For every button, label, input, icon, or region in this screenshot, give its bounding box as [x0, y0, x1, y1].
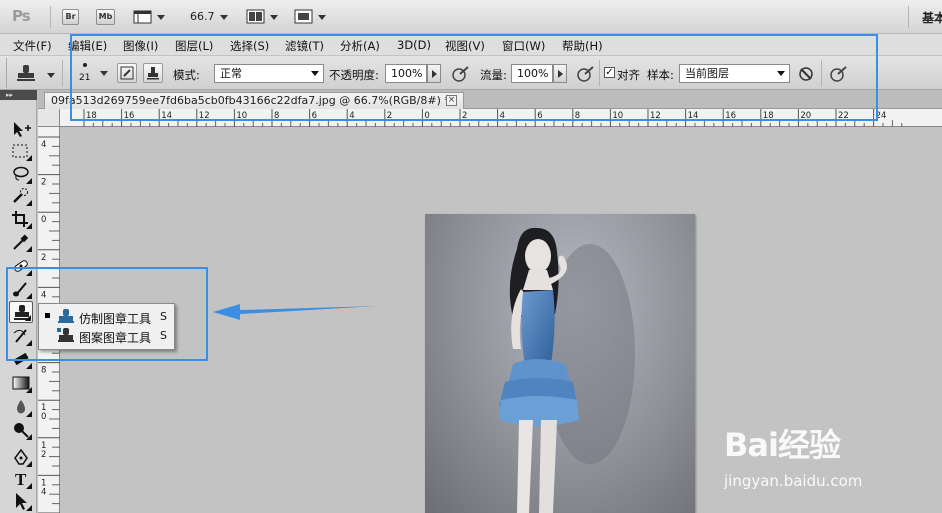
chevron-down-icon[interactable]	[270, 15, 278, 20]
clone-stamp-icon	[17, 65, 35, 81]
watermark-url: jingyan.baidu.com	[724, 472, 863, 490]
photo-figure	[499, 227, 635, 513]
screen-mode-icon	[294, 9, 313, 24]
view-extras-button[interactable]	[133, 9, 153, 25]
options-grip[interactable]	[0, 58, 7, 88]
ruler-label: 0	[41, 412, 46, 422]
lasso-tool[interactable]	[9, 163, 33, 185]
move-tool[interactable]	[9, 118, 33, 140]
tool-preset-picker[interactable]	[14, 63, 38, 83]
zoom-dropdown-icon[interactable]	[220, 15, 228, 20]
baidu-jingyan-logo: Bai经验	[724, 426, 841, 464]
baidu-watermark: Bai经验 jingyan.baidu.com	[724, 412, 939, 492]
document-photo[interactable]	[425, 214, 695, 513]
path-selection-tool[interactable]	[9, 490, 33, 512]
chevron-down-icon[interactable]	[47, 73, 55, 78]
menu-file[interactable]: 文件(F)	[13, 38, 52, 54]
ruler-label: 4	[41, 487, 46, 497]
options-highlight-box	[70, 34, 878, 121]
quick-selection-tool[interactable]	[9, 185, 33, 207]
gradient-tool[interactable]	[9, 372, 33, 394]
zoom-level[interactable]: 66.7	[190, 10, 215, 23]
collapse-panel-button[interactable]: ▸▸	[0, 90, 37, 100]
marquee-tool[interactable]	[9, 140, 33, 162]
bridge-button[interactable]: Br	[62, 9, 79, 25]
eyedropper-tool[interactable]	[9, 231, 33, 253]
screen-mode-button[interactable]	[294, 9, 314, 25]
tool-highlight-box	[6, 267, 208, 361]
ruler-origin[interactable]	[38, 109, 60, 127]
photoshop-logo: Ps	[12, 7, 31, 25]
workspace-switcher[interactable]: 基本	[922, 9, 942, 26]
chevron-down-icon[interactable]	[318, 15, 326, 20]
ruler-label: 2	[41, 450, 46, 460]
arrange-documents-icon	[246, 9, 265, 24]
blur-tool[interactable]	[9, 396, 33, 418]
title-bar: Ps Br Mb 66.7 基本	[0, 0, 942, 34]
pen-tool[interactable]	[9, 446, 33, 468]
annotation-arrow-icon	[213, 304, 378, 320]
ruler-label: 8	[41, 366, 46, 376]
arrange-documents-button[interactable]	[246, 9, 266, 25]
mini-bridge-button[interactable]: Mb	[96, 9, 115, 25]
ruler-label: 0	[41, 215, 46, 225]
move-icon	[14, 122, 31, 137]
dodge-tool[interactable]	[9, 419, 33, 441]
type-tool[interactable]: T	[9, 468, 33, 490]
chevron-down-icon[interactable]	[157, 15, 165, 20]
ruler-label: 4	[41, 140, 46, 150]
ruler-label: 2	[41, 253, 46, 263]
ruler-label: 2	[41, 178, 46, 188]
crop-tool[interactable]	[9, 208, 33, 230]
view-extras-icon	[133, 10, 152, 24]
